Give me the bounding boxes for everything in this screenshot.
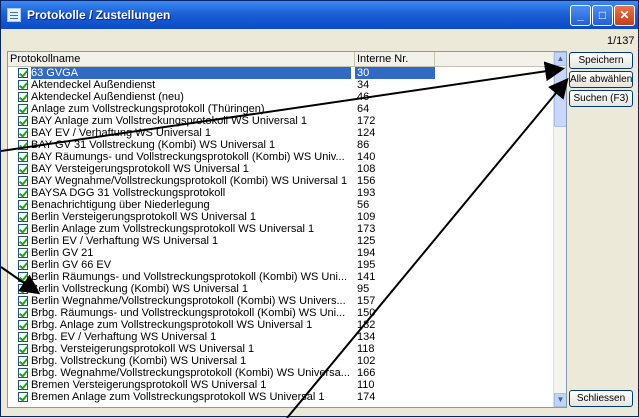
main-window: Protokolle / Zustellungen _ □ ✕ 1/137 Pr… [0,0,639,418]
annotation-arrows [1,61,569,418]
arrow-to-deselect-all-2 [286,77,569,418]
arrow-to-deselect-all [1,61,565,152]
arrow-to-list-row [1,266,41,295]
